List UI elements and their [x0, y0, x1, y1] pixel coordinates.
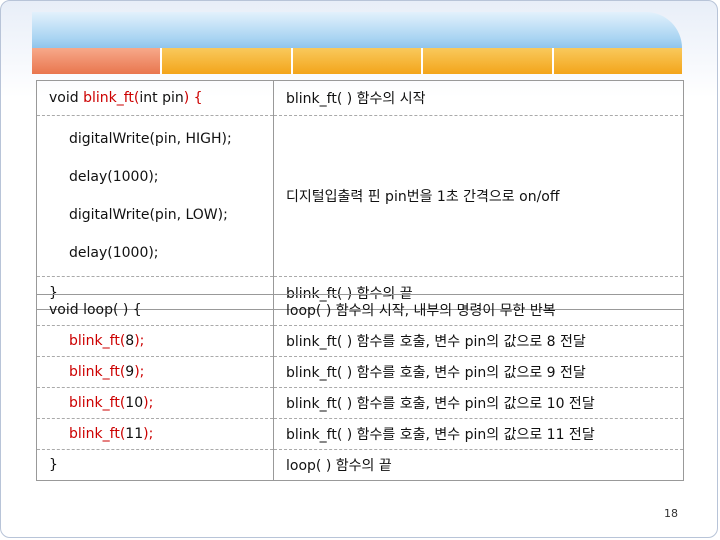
code-function-name: blink_ft — [69, 364, 120, 380]
code-line: blink_ft(11); — [49, 426, 153, 442]
code-line: blink_ft(9); — [49, 364, 144, 380]
code-keyword: void — [49, 90, 84, 106]
description-cell: loop( ) 함수의 시작, 내부의 명령이 무한 반복 — [273, 294, 684, 326]
description-cell: blink_ft( ) 함수의 시작 — [273, 80, 684, 116]
code-arg: 10 — [125, 395, 144, 411]
blink-function-table: void blink_ft(int pin) { blink_ft( ) 함수의… — [36, 80, 684, 310]
header-tab — [162, 48, 293, 74]
code-cell: blink_ft(9); — [36, 356, 274, 388]
code-function-name: blink_ft — [69, 395, 120, 411]
code-function-name: blink_ft — [69, 426, 120, 442]
code-cell: blink_ft(10); — [36, 387, 274, 419]
code-cell: } — [36, 449, 274, 481]
code-line: blink_ft(8); — [49, 333, 144, 349]
code-arg: 8 — [125, 333, 135, 349]
code-line: digitalWrite(pin, LOW); — [69, 207, 228, 223]
code-close: ); — [143, 395, 154, 411]
header-tab — [292, 48, 424, 74]
code-cell: void blink_ft(int pin) { — [36, 80, 274, 116]
code-close: ); — [134, 333, 145, 349]
description-cell: 디지털입출력 핀 pin번을 1초 간격으로 on/off — [273, 115, 684, 277]
code-cell: blink_ft(11); — [36, 418, 274, 450]
code-function-name: blink_ft — [83, 90, 134, 106]
table-row: digitalWrite(pin, HIGH); delay(1000); di… — [36, 115, 684, 277]
header-tab — [423, 48, 554, 74]
header-tab — [32, 48, 163, 74]
description-cell: loop( ) 함수의 끝 — [273, 449, 684, 481]
table-row: void blink_ft(int pin) { blink_ft( ) 함수의… — [36, 80, 684, 116]
code-line: delay(1000); — [69, 169, 159, 185]
description-cell: blink_ft( ) 함수를 호출, 변수 pin의 값으로 11 전달 — [273, 418, 684, 450]
code-cell: void loop( ) { — [36, 294, 274, 326]
code-close: ) { — [183, 90, 203, 106]
description-cell: blink_ft( ) 함수를 호출, 변수 pin의 값으로 9 전달 — [273, 356, 684, 388]
code-arg: 9 — [125, 364, 135, 380]
page-number: 18 — [664, 507, 678, 520]
code-close: ); — [143, 426, 154, 442]
code-line: blink_ft(10); — [49, 395, 153, 411]
header-tab — [553, 48, 683, 74]
code-arg: 11 — [125, 426, 144, 442]
table-row: blink_ft(8); blink_ft( ) 함수를 호출, 변수 pin의… — [36, 325, 684, 357]
table-row: } loop( ) 함수의 끝 — [36, 449, 684, 481]
header-tabs — [32, 48, 683, 74]
table-row: blink_ft(10); blink_ft( ) 함수를 호출, 변수 pin… — [36, 387, 684, 419]
code-cell: blink_ft(8); — [36, 325, 274, 357]
code-close: ); — [134, 364, 145, 380]
table-row: blink_ft(11); blink_ft( ) 함수를 호출, 변수 pin… — [36, 418, 684, 450]
loop-function-table: void loop( ) { loop( ) 함수의 시작, 내부의 명령이 무… — [36, 294, 684, 481]
table-row: void loop( ) { loop( ) 함수의 시작, 내부의 명령이 무… — [36, 294, 684, 326]
code-line: digitalWrite(pin, HIGH); — [69, 131, 232, 147]
description-cell: blink_ft( ) 함수를 호출, 변수 pin의 값으로 8 전달 — [273, 325, 684, 357]
code-function-name: blink_ft — [69, 333, 120, 349]
description-cell: blink_ft( ) 함수를 호출, 변수 pin의 값으로 10 전달 — [273, 387, 684, 419]
table-row: blink_ft(9); blink_ft( ) 함수를 호출, 변수 pin의… — [36, 356, 684, 388]
code-cell: digitalWrite(pin, HIGH); delay(1000); di… — [36, 115, 274, 277]
code-line: delay(1000); — [69, 245, 159, 261]
code-args: int pin — [139, 90, 184, 106]
